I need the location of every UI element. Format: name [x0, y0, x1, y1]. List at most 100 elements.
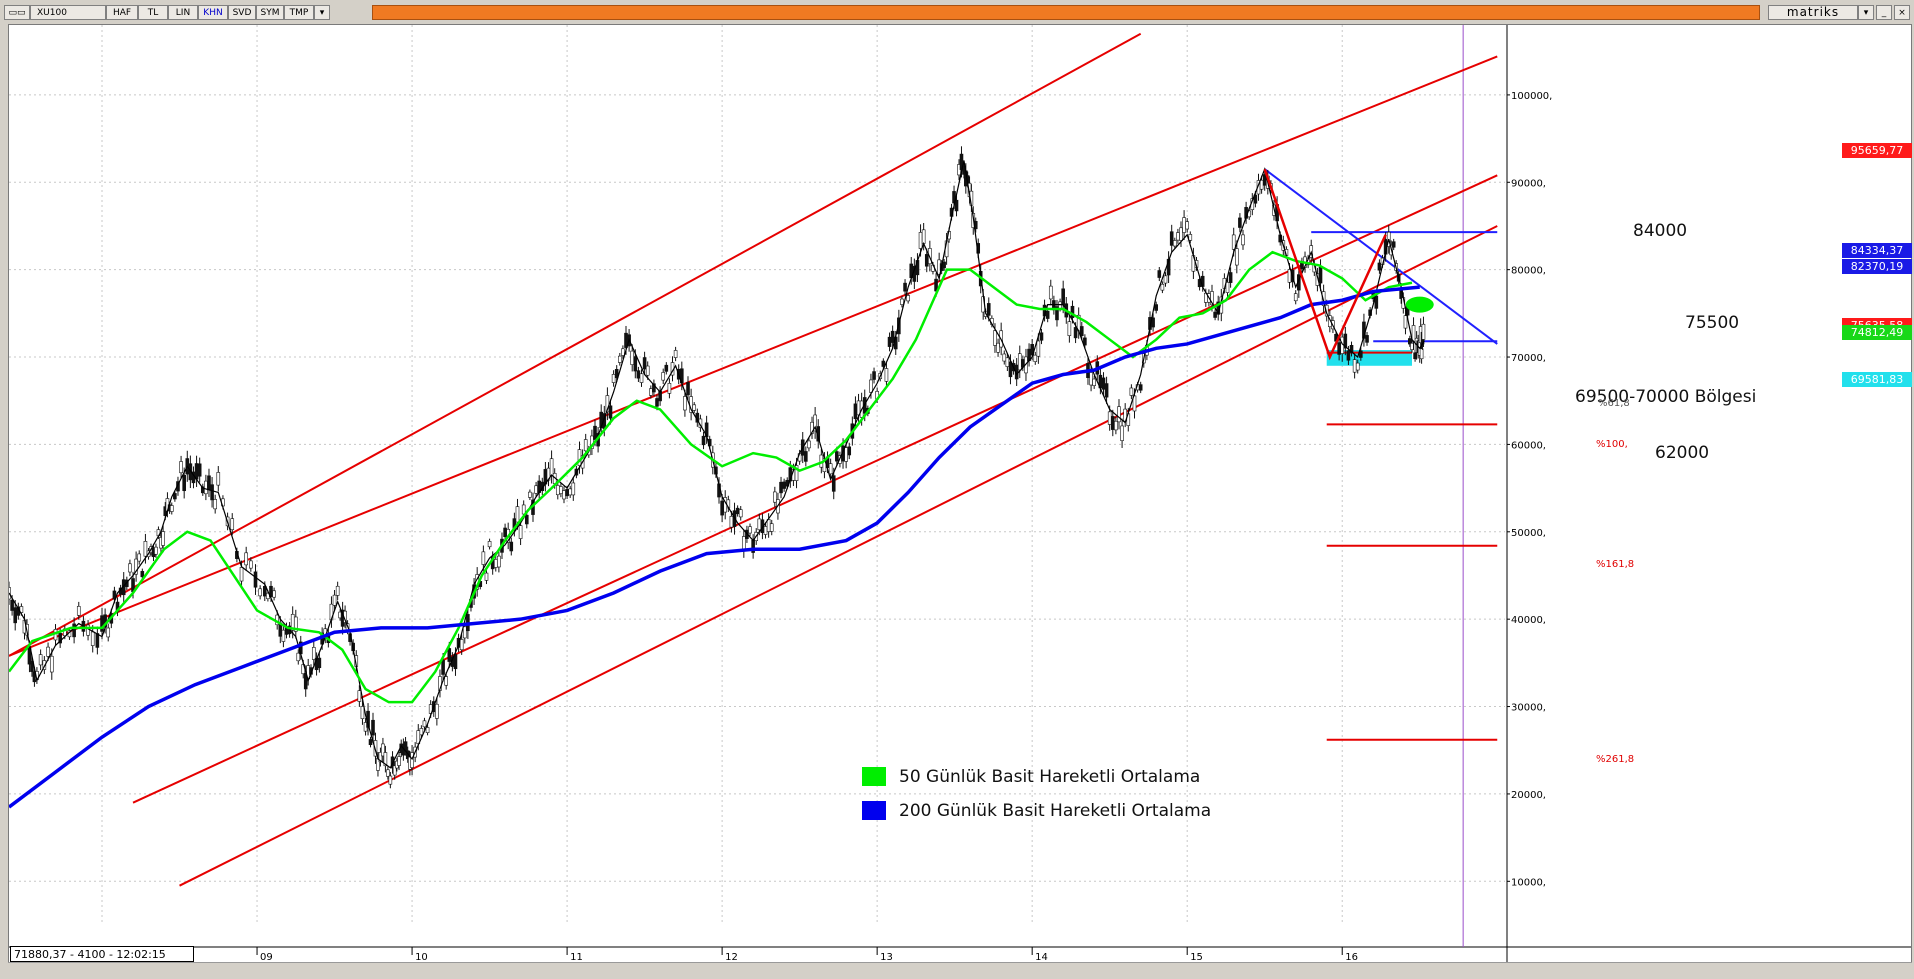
price-candle-body: [173, 493, 177, 500]
price-candle-body: [1259, 179, 1264, 190]
fib-2618-label: %261,8: [1596, 754, 1635, 765]
price-candle-body: [493, 559, 498, 568]
price-candle-body: [311, 647, 316, 660]
price-candle-body: [194, 463, 199, 480]
price-candle-body: [1213, 311, 1217, 318]
price-candle-body: [207, 475, 211, 491]
price-tag-84334: 84334,37: [1842, 243, 1912, 258]
price-candle-body: [683, 396, 687, 411]
price-candle-body: [779, 481, 783, 494]
horizontal-scrollbar[interactable]: [8, 962, 1912, 977]
price-candle-body: [453, 654, 458, 670]
price-candle-body: [1117, 406, 1121, 423]
price-candle-body: [204, 480, 208, 495]
price-candle-body: [534, 485, 538, 494]
price-candle-body: [853, 403, 858, 420]
price-candle-body: [1073, 327, 1078, 339]
price-candle-body: [368, 739, 373, 746]
price-tag-82370: 82370,19: [1842, 259, 1912, 274]
price-candle-body: [649, 388, 653, 396]
price-candle-body: [95, 633, 100, 648]
volume-button[interactable]: SVD: [228, 5, 256, 20]
fib-zigzag-line: [1263, 168, 1387, 361]
price-candle-body: [435, 703, 439, 719]
price-candle-body: [748, 526, 752, 534]
price-candle-body: [986, 303, 991, 316]
window-menu-button[interactable]: ▭▭: [4, 5, 30, 20]
price-candle-body: [371, 719, 375, 736]
price-candle-body: [1185, 221, 1189, 230]
price-candle-body: [1231, 234, 1236, 250]
price-candle-body: [804, 451, 808, 462]
price-candle-body: [447, 648, 452, 662]
price-candle-body: [38, 654, 43, 666]
price-candle-body: [847, 446, 852, 456]
price-candle-body: [1179, 227, 1183, 241]
price-candle-body: [1129, 387, 1134, 396]
price-candle-body: [528, 491, 532, 498]
price-candle-body: [72, 623, 76, 638]
price-candle-body: [686, 382, 690, 396]
minimize-icon[interactable]: _: [1876, 5, 1892, 20]
price-candle-body: [419, 728, 424, 736]
price-candle-body: [1391, 241, 1396, 248]
price-candle-body: [1337, 342, 1341, 355]
symbol-selector[interactable]: XU100: [30, 5, 106, 20]
price-candle-body: [729, 516, 734, 528]
currency-button[interactable]: TL: [138, 5, 168, 20]
price-candle-body: [49, 655, 54, 673]
price-candle-body: [140, 571, 145, 578]
price-candle-body: [993, 330, 997, 346]
price-candle-body: [487, 541, 492, 548]
price-candle-body: [1101, 377, 1106, 390]
price-candle-body: [13, 607, 18, 624]
price-candle-body: [1114, 420, 1118, 431]
chevron-down-icon[interactable]: ▾: [314, 5, 330, 20]
price-candle-body: [1107, 411, 1112, 425]
fib-1618-label: %161,8: [1596, 559, 1635, 570]
symbol-button[interactable]: SYM: [256, 5, 284, 20]
price-candle-body: [583, 439, 588, 452]
price-candle-body: [216, 472, 221, 486]
price-candle-body: [459, 639, 464, 651]
price-candle-body: [1079, 326, 1084, 337]
price-candle-body: [1365, 335, 1369, 343]
price-candle-body: [642, 357, 647, 370]
price-candle-body: [213, 499, 217, 510]
price-candle-body: [524, 514, 529, 525]
price-tag-95659: 95659,77: [1842, 143, 1912, 158]
price-candle-body: [422, 720, 427, 728]
price-candle-body: [869, 379, 873, 393]
price-candle-body: [1228, 272, 1233, 283]
price-candle-body: [317, 657, 322, 669]
price-candle-body: [608, 405, 613, 419]
price-candle-body: [518, 525, 523, 539]
template-button[interactable]: TMP: [284, 5, 314, 20]
annotation-75500: 75500: [1685, 313, 1740, 333]
price-candle-body: [1110, 416, 1115, 430]
price-candle-body: [1163, 275, 1168, 284]
candle-chart-button[interactable]: KHN: [198, 5, 228, 20]
linear-scale-button[interactable]: LIN: [168, 5, 198, 20]
price-candle-body: [509, 541, 514, 552]
price-chart[interactable]: 10000, 20000, 30000, 40000, 50000, 60000, 7000…: [9, 25, 1911, 963]
chevron-down-icon[interactable]: ▾: [1858, 5, 1874, 20]
price-candle-body: [210, 484, 214, 501]
price-candle-body: [618, 355, 622, 363]
button-label: HAF: [112, 8, 132, 18]
close-icon[interactable]: ×: [1894, 5, 1910, 20]
price-candle-body: [1225, 282, 1230, 293]
price-candle-body: [664, 364, 669, 372]
highlight-ellipse: [1405, 296, 1434, 313]
price-candle-body: [611, 374, 616, 383]
price-candle-body: [143, 541, 148, 557]
price-candle-body: [667, 383, 672, 394]
price-candle-body: [735, 507, 740, 515]
price-candle-body: [10, 599, 14, 611]
period-weekly-button[interactable]: HAF: [106, 5, 138, 20]
price-candle-body: [332, 594, 337, 606]
price-candle-body: [497, 555, 501, 568]
price-candle-body: [1154, 304, 1158, 311]
fib-618-label: %61,8: [1598, 398, 1630, 409]
price-candle-body: [90, 631, 95, 646]
